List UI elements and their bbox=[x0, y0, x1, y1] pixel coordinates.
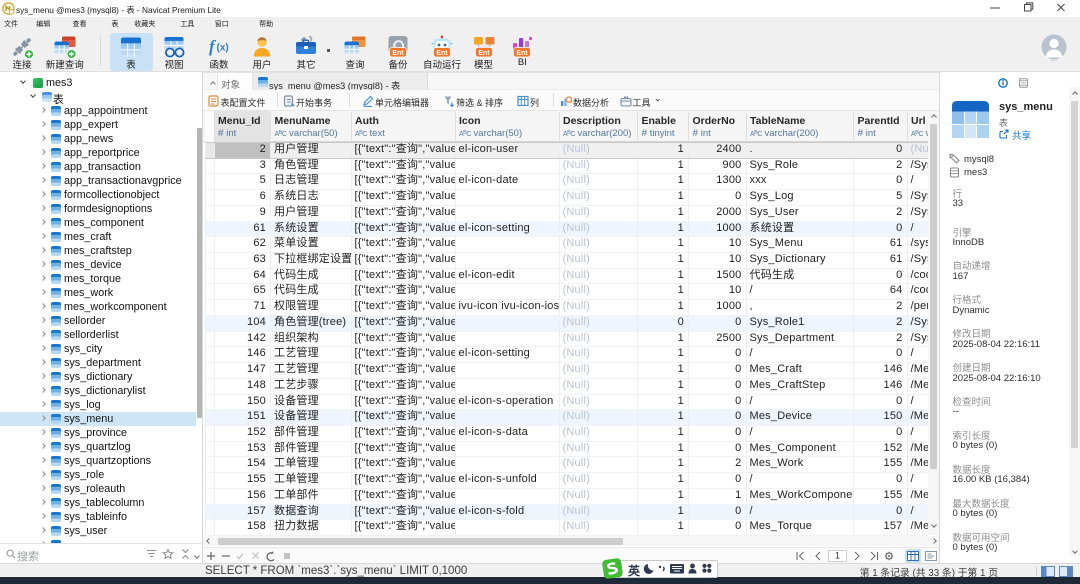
svg-text:Ent: Ent bbox=[517, 50, 529, 57]
svg-text:Ent: Ent bbox=[478, 50, 490, 57]
svg-text:Ent: Ent bbox=[436, 50, 448, 57]
svg-text:1: 1 bbox=[835, 551, 840, 561]
svg-text:(x): (x) bbox=[217, 43, 229, 54]
svg-text:Ent: Ent bbox=[392, 50, 404, 57]
svg-text:.....: ..... bbox=[1051, 57, 1058, 62]
